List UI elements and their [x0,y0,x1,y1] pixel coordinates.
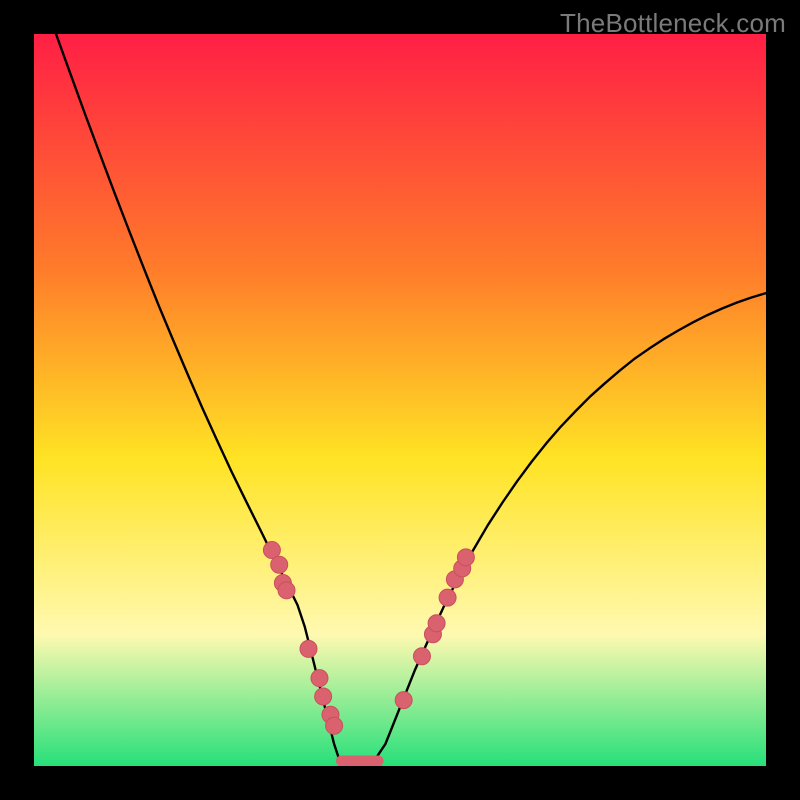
data-marker [439,589,456,606]
bottleneck-chart [34,34,766,766]
data-marker [311,670,328,687]
data-marker [413,648,430,665]
data-marker [278,582,295,599]
data-marker [326,717,343,734]
gradient-background [34,34,766,766]
data-marker [428,615,445,632]
data-marker [300,640,317,657]
data-marker [271,556,288,573]
data-marker [315,688,332,705]
data-marker [457,549,474,566]
data-marker [395,692,412,709]
chart-frame: TheBottleneck.com [0,0,800,800]
watermark-text: TheBottleneck.com [560,8,786,39]
